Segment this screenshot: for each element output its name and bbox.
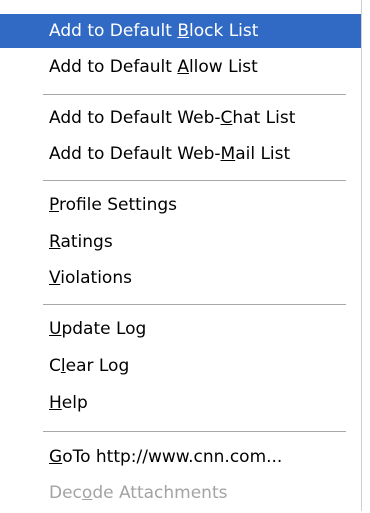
menu-item-label-post: elp (61, 393, 88, 413)
menu-item-access-key: B (177, 21, 189, 41)
menu-item-label-post: de Attachments (92, 483, 228, 503)
menu-separator (43, 180, 346, 182)
menu-item-label-post: iolations (60, 268, 132, 288)
menu-item-access-key: G (49, 447, 63, 467)
menu-item-label-post: llow List (188, 57, 258, 77)
menu-item-ratings[interactable]: Ratings (0, 225, 361, 259)
menu-item-label-post: rofile Settings (58, 195, 177, 215)
menu-item-label-pre: Add to Default (49, 21, 178, 41)
menu-item-clear-log[interactable]: Clear Log (0, 349, 361, 383)
menu-item-decode-attachments: Decode Attachments (0, 476, 361, 510)
menu-item-help[interactable]: Help (0, 386, 361, 420)
menu-item-add-to-default-web-mail-list[interactable]: Add to Default Web-Mail List (0, 137, 361, 171)
menu-item-access-key: R (49, 232, 61, 252)
menu-item-access-key: A (177, 57, 189, 77)
menu-item-label-post: hat List (232, 108, 296, 128)
menu-item-label-post: pdate Log (61, 319, 147, 339)
menu-item-goto-url[interactable]: GoTo http://www.cnn.com... (0, 440, 361, 474)
menu-item-violations[interactable]: Violations (0, 261, 361, 295)
menu-item-access-key: P (49, 195, 59, 215)
menu-item-label-post: lock List (188, 21, 259, 41)
menu-separator (43, 431, 346, 433)
menu-item-access-key: o (81, 483, 93, 503)
menu-separator (43, 94, 346, 96)
menu-item-label-pre: Dec (49, 483, 82, 503)
menu-item-access-key: C (220, 108, 233, 128)
menu-item-add-to-default-block-list[interactable]: Add to Default Block List (0, 14, 361, 48)
menu-item-label-pre: Add to Default Web- (49, 108, 221, 128)
menu-item-access-key: U (49, 319, 62, 339)
menu-item-label-post: ail List (235, 144, 291, 164)
menu-item-label-pre: Add to Default (49, 57, 178, 77)
menu-item-access-key: V (49, 268, 61, 288)
menu-item-profile-settings[interactable]: Profile Settings (0, 188, 361, 222)
menu-item-label-post: oTo http://www.cnn.com... (62, 447, 283, 467)
menu-separator (43, 304, 346, 306)
menu-item-update-log[interactable]: Update Log (0, 312, 361, 346)
menu-item-label-pre: C (49, 356, 61, 376)
context-menu: Add to Default Block List Add to Default… (0, 0, 362, 511)
menu-item-add-to-default-allow-list[interactable]: Add to Default Allow List (0, 50, 361, 84)
menu-item-access-key: H (49, 393, 62, 413)
menu-item-add-to-default-web-chat-list[interactable]: Add to Default Web-Chat List (0, 101, 361, 135)
menu-item-access-key: M (220, 144, 236, 164)
menu-item-label-post: atings (60, 232, 113, 252)
menu-item-label-post: ear Log (65, 356, 130, 376)
menu-item-label-pre: Add to Default Web- (49, 144, 221, 164)
